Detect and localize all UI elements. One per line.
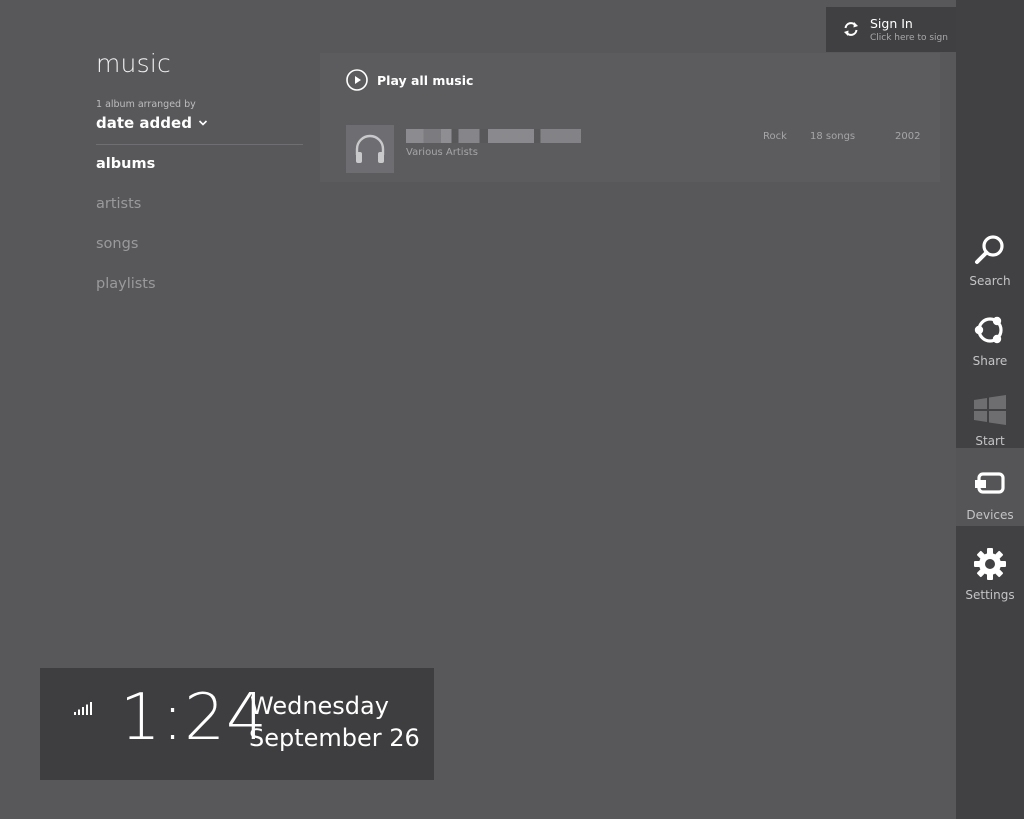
clock-time: 1:24: [120, 681, 268, 755]
headphones-icon: [355, 134, 385, 163]
view-nav: albums artists songs playlists: [96, 156, 156, 316]
devices-icon: [975, 472, 1005, 494]
sync-icon: [844, 22, 858, 36]
page-title: music: [96, 49, 171, 78]
clock-date: September 26: [249, 724, 420, 752]
sort-dropdown[interactable]: date added: [96, 114, 208, 132]
nav-item-songs[interactable]: songs: [96, 236, 156, 276]
windows-icon: [974, 395, 1006, 425]
album-genre: Rock: [763, 131, 787, 142]
sign-in-button[interactable]: Sign In Click here to sign: [826, 7, 956, 52]
play-all-button[interactable]: Play all music: [346, 69, 473, 91]
clock-day: Wednesday: [250, 692, 389, 720]
charm-devices-label: Devices: [966, 508, 1014, 522]
divider: [96, 144, 303, 145]
album-art: [346, 125, 394, 173]
play-all-label: Play all music: [377, 72, 474, 88]
nav-item-albums[interactable]: albums: [96, 156, 156, 196]
nav-item-artists[interactable]: artists: [96, 196, 156, 236]
album-song-count: 18 songs: [810, 131, 856, 142]
sign-in-subtitle: Click here to sign: [870, 33, 948, 43]
charm-settings-label: Settings: [965, 588, 1015, 602]
charm-start[interactable]: Start: [956, 374, 1024, 452]
album-tile[interactable]: Various Artists Rock 18 songs 2002: [346, 125, 920, 173]
clock-overlay: 1:24 Wednesday September 26: [40, 668, 434, 780]
charm-share-label: Share: [972, 354, 1008, 368]
charm-share[interactable]: Share: [956, 294, 1024, 372]
charm-settings[interactable]: Settings: [956, 528, 1024, 606]
album-artist: Various Artists: [406, 147, 478, 158]
play-icon: [346, 69, 368, 91]
charm-start-label: Start: [975, 434, 1005, 448]
charm-search[interactable]: Search: [956, 214, 1024, 292]
search-icon: [975, 235, 1004, 264]
charm-devices[interactable]: Devices: [956, 448, 1024, 526]
sign-in-title: Sign In: [870, 16, 913, 31]
chevron-down-icon: [198, 120, 208, 126]
album-title-redacted: [406, 129, 581, 143]
charm-search-label: Search: [969, 274, 1011, 288]
nav-item-playlists[interactable]: playlists: [96, 276, 156, 316]
album-year: 2002: [895, 131, 921, 142]
arrange-caption: 1 album arranged by: [96, 99, 196, 110]
sort-dropdown-label: date added: [96, 114, 192, 132]
gear-icon: [974, 548, 1006, 580]
albums-panel: Play all music Various Artists Rock 18 s…: [320, 53, 940, 182]
charms-bar: Search Share Start Devices Settings: [956, 0, 1024, 819]
signal-strength-icon: [74, 702, 92, 715]
share-icon: [974, 316, 1003, 344]
